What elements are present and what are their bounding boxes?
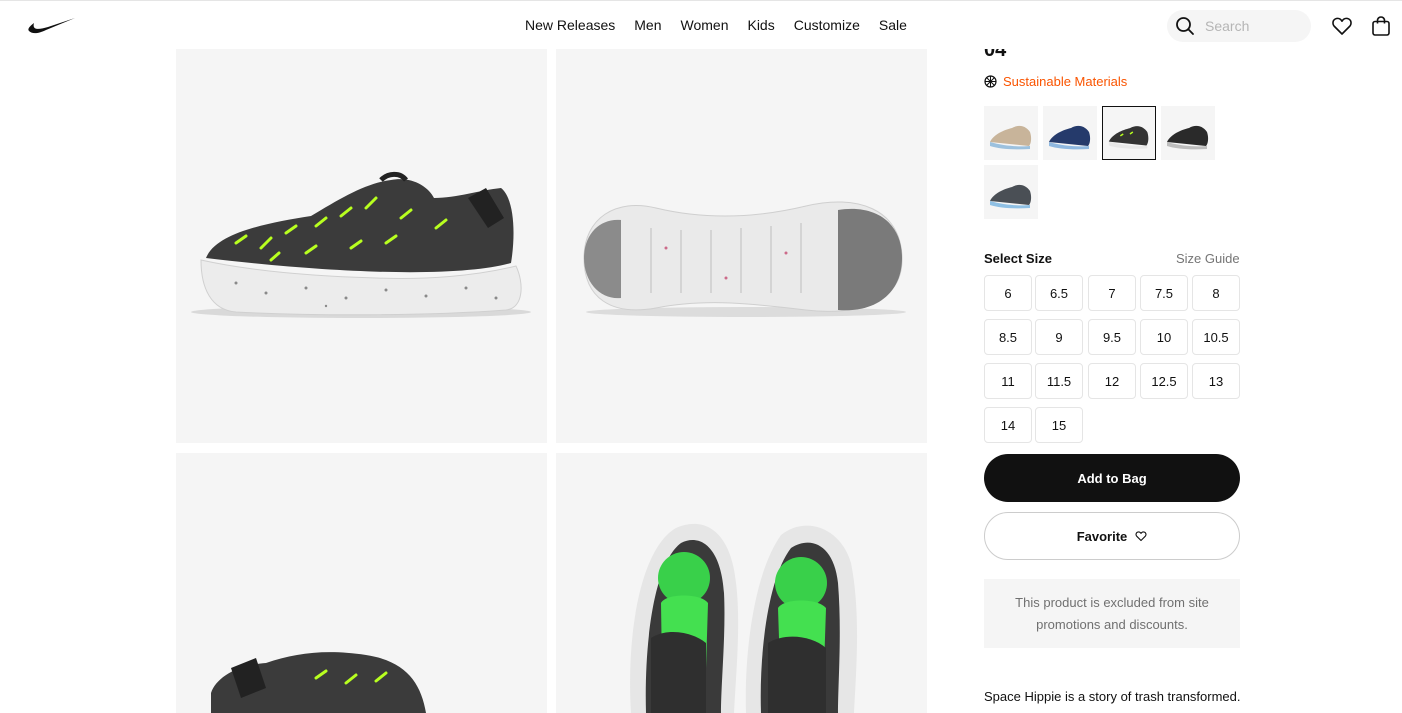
add-to-bag-button[interactable]: Add to Bag — [984, 454, 1240, 502]
nav-new-releases[interactable]: New Releases — [525, 17, 615, 33]
shoe-top-pair-view[interactable] — [556, 453, 927, 713]
sustainable-materials-badge: Sustainable Materials — [984, 74, 1127, 89]
size-button[interactable]: 7.5 — [1140, 275, 1188, 311]
search-icon[interactable] — [1175, 16, 1195, 36]
heart-icon — [1135, 531, 1147, 542]
promo-exclusion-notice: This product is excluded from site promo… — [984, 579, 1240, 648]
size-button[interactable]: 8.5 — [984, 319, 1032, 355]
size-button[interactable]: 10 — [1140, 319, 1188, 355]
size-button[interactable]: 6.5 — [1035, 275, 1083, 311]
size-button[interactable]: 15 — [1035, 407, 1083, 443]
size-button[interactable]: 13 — [1192, 363, 1240, 399]
nav-men[interactable]: Men — [634, 17, 661, 33]
sustainable-materials-label: Sustainable Materials — [1003, 74, 1128, 89]
bag-icon[interactable] — [1370, 15, 1392, 37]
size-button[interactable]: 9 — [1035, 319, 1083, 355]
swoosh-logo[interactable] — [28, 15, 76, 35]
size-button[interactable]: 9.5 — [1088, 319, 1136, 355]
shoe-sole-view[interactable] — [556, 48, 927, 443]
site-header: New Releases Men Women Kids Customize Sa… — [0, 0, 1402, 49]
heart-icon[interactable] — [1331, 15, 1353, 37]
size-button[interactable]: 11.5 — [1035, 363, 1083, 399]
add-to-bag-label: Add to Bag — [1077, 470, 1147, 486]
size-button[interactable]: 6 — [984, 275, 1032, 311]
shoe-side-view[interactable] — [176, 48, 547, 443]
search-input[interactable] — [1205, 16, 1301, 36]
colorway-navy-blue[interactable] — [1043, 106, 1097, 160]
colorway-black-volt[interactable] — [1102, 106, 1156, 160]
shoe-heel-view[interactable] — [176, 453, 547, 713]
colorway-black-grey[interactable] — [1161, 106, 1215, 160]
nav-customize[interactable]: Customize — [794, 17, 860, 33]
nav-kids[interactable]: Kids — [747, 17, 774, 33]
main-nav: New Releases Men Women Kids Customize Sa… — [525, 17, 926, 33]
search-box[interactable] — [1167, 10, 1311, 42]
size-button[interactable]: 7 — [1088, 275, 1136, 311]
size-button[interactable]: 8 — [1192, 275, 1240, 311]
select-size-label: Select Size — [984, 251, 1052, 266]
size-button[interactable]: 11 — [984, 363, 1032, 399]
size-button[interactable]: 10.5 — [1192, 319, 1240, 355]
size-button[interactable]: 14 — [984, 407, 1032, 443]
favorite-button[interactable]: Favorite — [984, 512, 1240, 560]
nav-sale[interactable]: Sale — [879, 17, 907, 33]
size-button[interactable]: 12 — [1088, 363, 1136, 399]
colorway-grey-blue[interactable] — [984, 165, 1038, 219]
size-button[interactable]: 12.5 — [1140, 363, 1188, 399]
nav-women[interactable]: Women — [681, 17, 729, 33]
colorway-tan-blue[interactable] — [984, 106, 1038, 160]
size-guide-link[interactable]: Size Guide — [1176, 251, 1240, 266]
sustainability-icon — [984, 75, 997, 88]
favorite-label: Favorite — [1076, 528, 1128, 544]
